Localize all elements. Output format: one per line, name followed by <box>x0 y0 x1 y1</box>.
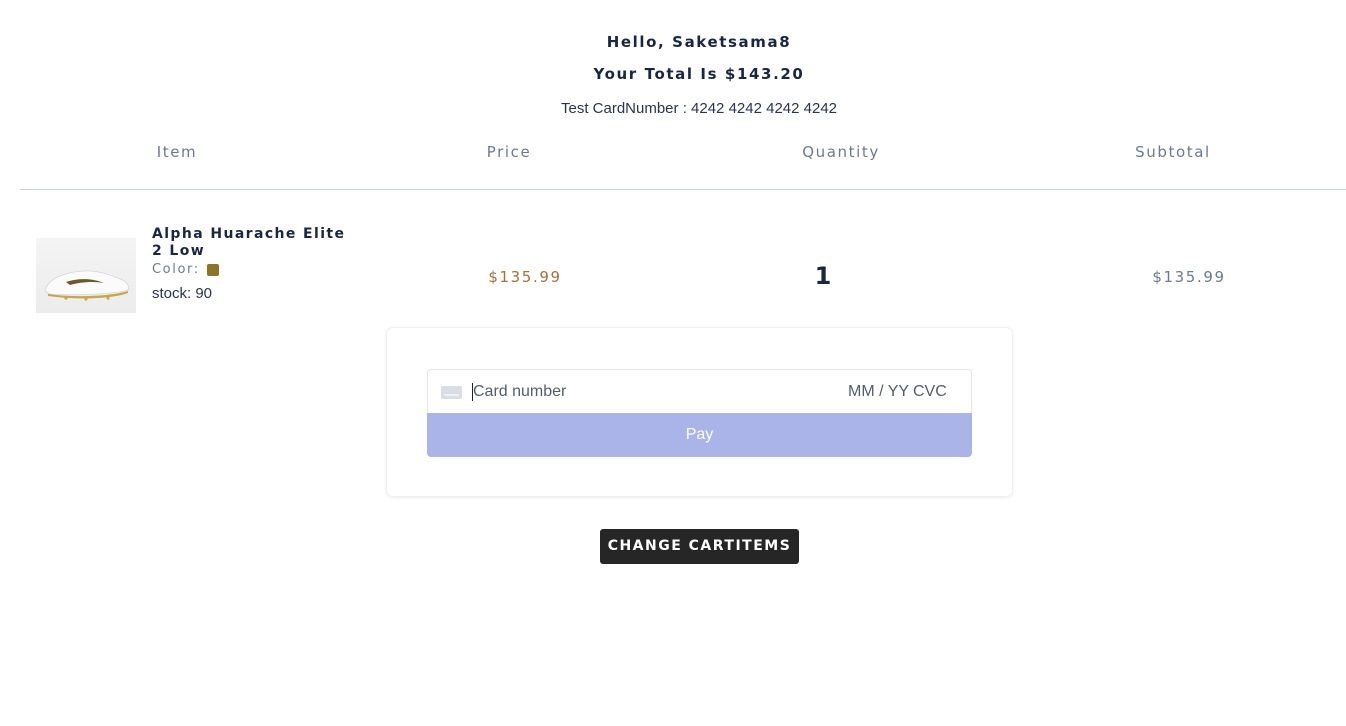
product-stock: stock: 90 <box>152 285 213 302</box>
column-header-subtotal: Subtotal <box>1135 143 1211 161</box>
card-expiry-placeholder[interactable]: MM / YY <box>848 383 909 401</box>
order-total: Your Total Is $143.20 <box>593 65 805 83</box>
greeting: Hello, Saketsama8 <box>606 33 792 51</box>
test-card-number: Test CardNumber : 4242 4242 4242 4242 <box>560 100 838 117</box>
color-label: Color: <box>152 262 200 277</box>
credit-card-icon <box>441 386 462 399</box>
shoe-illustration <box>45 270 129 301</box>
change-cart-items-button[interactable]: CHANGE CARTITEMS <box>600 529 799 564</box>
item-quantity: 1 <box>814 262 832 290</box>
pay-button[interactable]: Pay <box>427 413 972 457</box>
card-cvc-placeholder[interactable]: CVC <box>913 383 947 401</box>
column-header-price: Price <box>486 143 532 161</box>
column-header-quantity: Quantity <box>802 143 880 161</box>
color-swatch <box>206 263 219 276</box>
item-subtotal: $135.99 <box>1152 268 1226 286</box>
shoe-image[interactable] <box>36 238 136 313</box>
column-header-item: Item <box>156 143 198 161</box>
card-number-field[interactable]: Card number MM / YY CVC <box>427 369 972 413</box>
table-divider <box>20 189 1346 190</box>
product-color: Color: <box>152 262 219 277</box>
product-name[interactable]: Alpha Huarache Elite 2 Low <box>152 226 352 260</box>
item-price: $135.99 <box>488 268 562 286</box>
card-number-placeholder: Card number <box>473 383 567 400</box>
